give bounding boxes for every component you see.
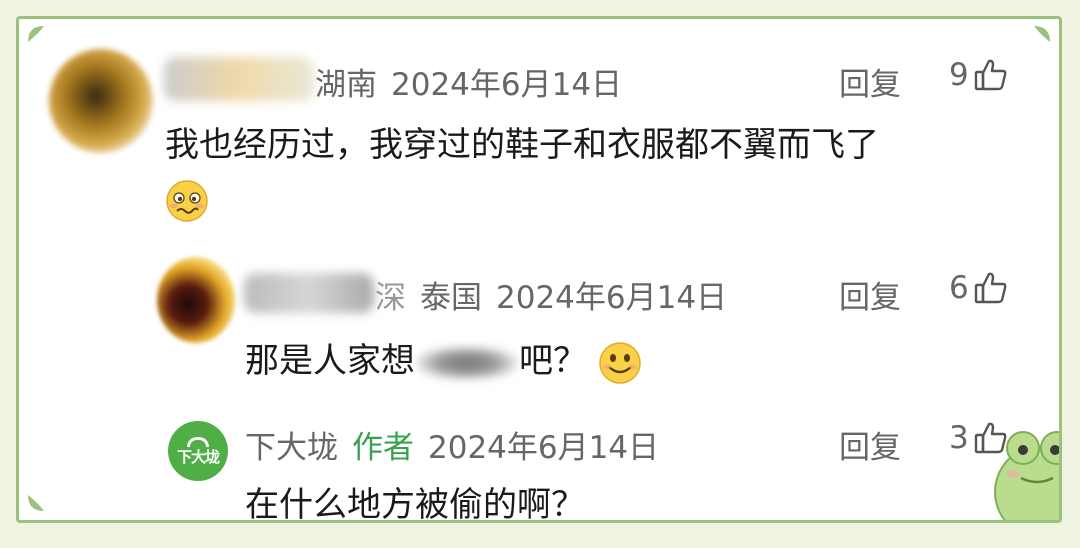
username-partial: 深: [375, 280, 406, 316]
location-label: 湖南: [315, 67, 377, 103]
comment-text: 那是人家想 吧？: [245, 333, 642, 385]
corner-leaf-icon: [1034, 26, 1050, 42]
avatar-text: 下大垅: [176, 448, 220, 466]
redacted-word: [417, 345, 517, 380]
like-count: 3: [949, 420, 969, 456]
author-badge: 作者: [352, 430, 414, 466]
comment-panel: 湖南 2024年6月14日 回复 9 我也经历过，我穿过的鞋子和衣服都不翼而飞了 …: [16, 16, 1062, 523]
comment-text-part: 吧？: [519, 341, 587, 381]
date-label: 2024年6月14日: [391, 67, 623, 103]
like-button[interactable]: 9: [949, 57, 1009, 93]
like-count: 9: [949, 57, 969, 93]
location-label: 泰国: [420, 280, 482, 316]
headphone-arc-icon: [187, 437, 209, 447]
avatar[interactable]: [157, 257, 235, 343]
username-redacted[interactable]: [244, 273, 374, 313]
username-redacted[interactable]: [164, 57, 314, 101]
like-button[interactable]: 6: [949, 270, 1009, 306]
woozy-face-icon: [166, 180, 208, 222]
comment-text-part: 那是人家想: [245, 341, 415, 381]
comment-meta: 湖南 2024年6月14日: [315, 59, 636, 104]
thumbs-up-icon: [974, 59, 1007, 91]
thumbs-up-icon: [974, 272, 1007, 304]
date-label: 2024年6月14日: [496, 280, 728, 316]
frog-decoration-icon: [994, 431, 1059, 520]
username[interactable]: 下大垅: [245, 430, 338, 466]
avatar[interactable]: 下大垅: [168, 421, 228, 481]
like-count: 6: [949, 270, 969, 306]
comment-text: 我也经历过，我穿过的鞋子和衣服都不翼而飞了: [165, 125, 879, 165]
smiling-face-icon: [599, 341, 641, 384]
avatar[interactable]: [49, 49, 153, 153]
reply-button[interactable]: 回复: [839, 422, 901, 467]
corner-leaf-icon: [28, 26, 44, 42]
comment-text: 在什么地方被偷的啊？: [245, 485, 585, 523]
reply-button[interactable]: 回复: [839, 272, 901, 317]
corner-leaf-icon: [28, 495, 44, 511]
date-label: 2024年6月14日: [428, 430, 660, 466]
reply-button[interactable]: 回复: [839, 59, 901, 104]
comment-meta: 深泰国 2024年6月14日: [375, 272, 741, 317]
comment-meta: 下大垅 作者 2024年6月14日: [245, 422, 673, 467]
